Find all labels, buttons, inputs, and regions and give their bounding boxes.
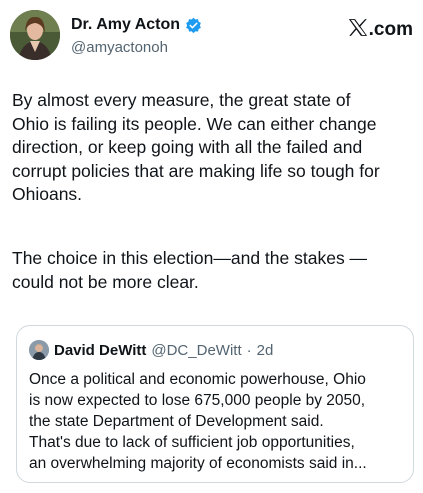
verified-badge-icon (185, 17, 202, 34)
author-avatar[interactable] (10, 10, 60, 60)
quoted-author-handle: @DC_DeWitt (151, 341, 242, 359)
quoted-tweet-header: David DeWitt @DC_DeWitt · 2d (29, 340, 273, 360)
quoted-tweet-card[interactable]: David DeWitt @DC_DeWitt · 2d Once a poli… (16, 325, 414, 483)
quoted-author-avatar (29, 340, 49, 360)
quoted-timestamp: 2d (256, 341, 274, 359)
x-brand-mark: .com (348, 18, 413, 42)
quoted-separator: · (246, 341, 252, 359)
author-display-name[interactable]: Dr. Amy Acton (71, 16, 180, 34)
brand-domain-text: .com (368, 19, 413, 40)
x-logo-icon (348, 18, 368, 42)
quoted-author-display-name: David DeWitt (54, 341, 147, 359)
author-handle[interactable]: @amyactonoh (71, 39, 202, 56)
tweet-paragraph-1: By almost every measure, the great state… (12, 90, 380, 204)
quoted-tweet-text: Once a political and economic powerhouse… (29, 371, 367, 472)
tweet-paragraph-2: The choice in this election—and the stak… (12, 248, 368, 292)
tweet-header: Dr. Amy Acton @amyactonoh .com (10, 10, 413, 62)
